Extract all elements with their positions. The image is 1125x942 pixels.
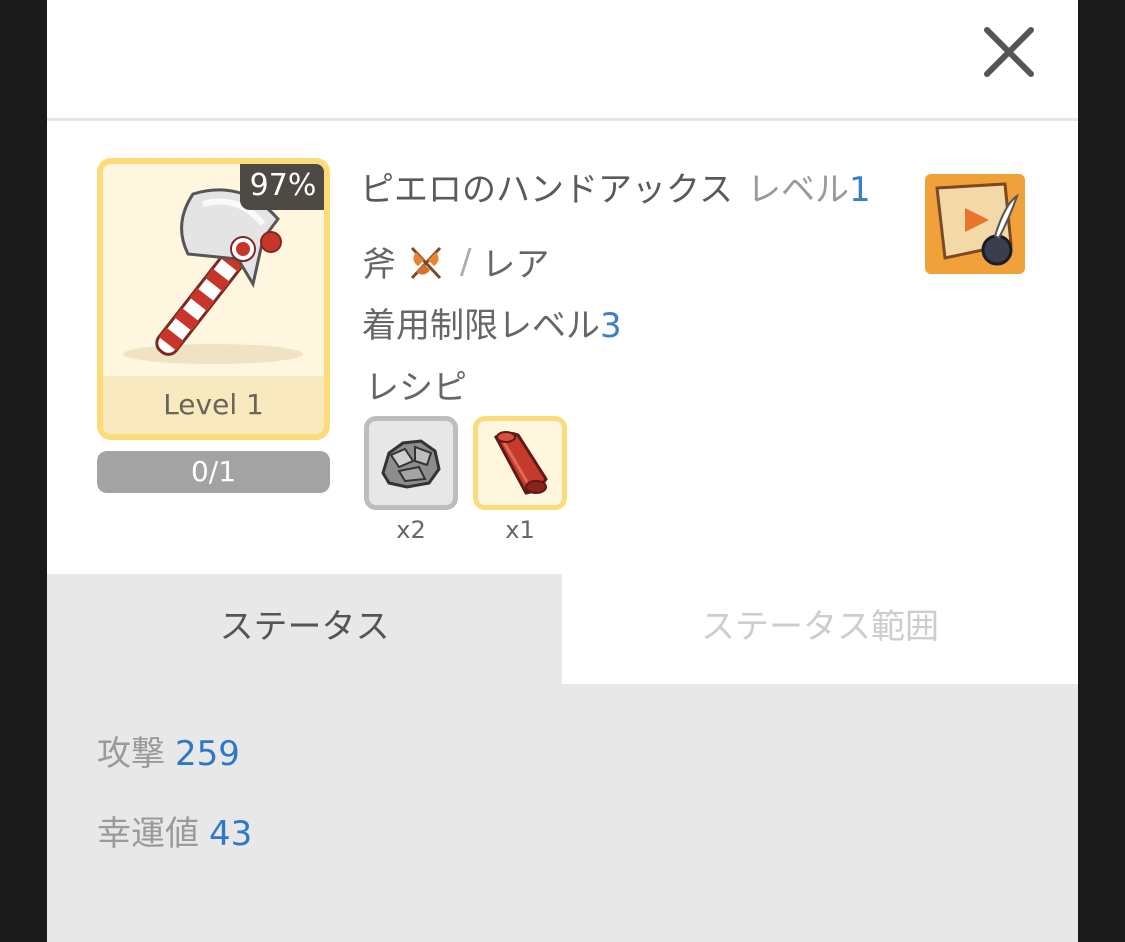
stat-attack: 攻撃 259 [97,726,240,775]
item-detail-panel: 97% Level 1 0/1 ピエロのハンドアックス レベル1 斧 / レア 着… [47,0,1078,942]
stat-label: 幸運値 [97,814,199,854]
close-icon [984,27,1034,77]
tab-status-range[interactable]: ステータス範囲 [562,574,1078,684]
enhance-progress-bar: 0/1 [97,451,330,493]
durability-badge: 97% [240,164,324,210]
stats-panel: 攻撃 259 幸運値 43 [47,684,1078,942]
close-button[interactable] [977,20,1041,84]
item-name: ピエロのハンドアックス [360,170,733,210]
detail-tabs: ステータス ステータス範囲 [47,574,1078,684]
material-qty-stone: x2 [396,516,426,544]
progress-text: 0/1 [190,455,237,488]
item-type-row: 斧 / レア [362,237,549,286]
scroll-quill-icon [935,182,1019,266]
card-level-label: Level 1 [103,376,324,434]
stat-value: 259 [175,734,240,774]
red-cloth-roll-icon [493,431,548,495]
recipe-title: レシピ [365,368,467,408]
recipe-material-stone[interactable] [364,416,458,510]
item-level-value: 1 [848,170,871,210]
stat-luck: 幸運値 43 [97,806,252,855]
item-rarity: レア [481,245,550,285]
item-level-label: レベル [746,170,849,210]
stone-ore-icon [381,439,441,489]
restriction-label: 着用制限レベル [362,306,600,346]
item-card: 97% Level 1 [97,158,330,440]
restriction-value: 3 [600,306,622,346]
type-separator: / [460,241,472,282]
battle-axe-icon [406,242,446,282]
equip-restriction: 着用制限レベル3 [362,298,622,347]
item-type: 斧 [362,245,396,285]
panel-header [47,0,1078,121]
scroll-quill-button[interactable] [925,174,1025,274]
stat-value: 43 [209,814,253,854]
material-qty-cloth: x1 [505,516,535,544]
item-title: ピエロのハンドアックス レベル1 [360,162,871,211]
stat-label: 攻撃 [97,734,165,774]
recipe-material-cloth[interactable] [473,416,567,510]
tab-status[interactable]: ステータス [47,574,562,684]
